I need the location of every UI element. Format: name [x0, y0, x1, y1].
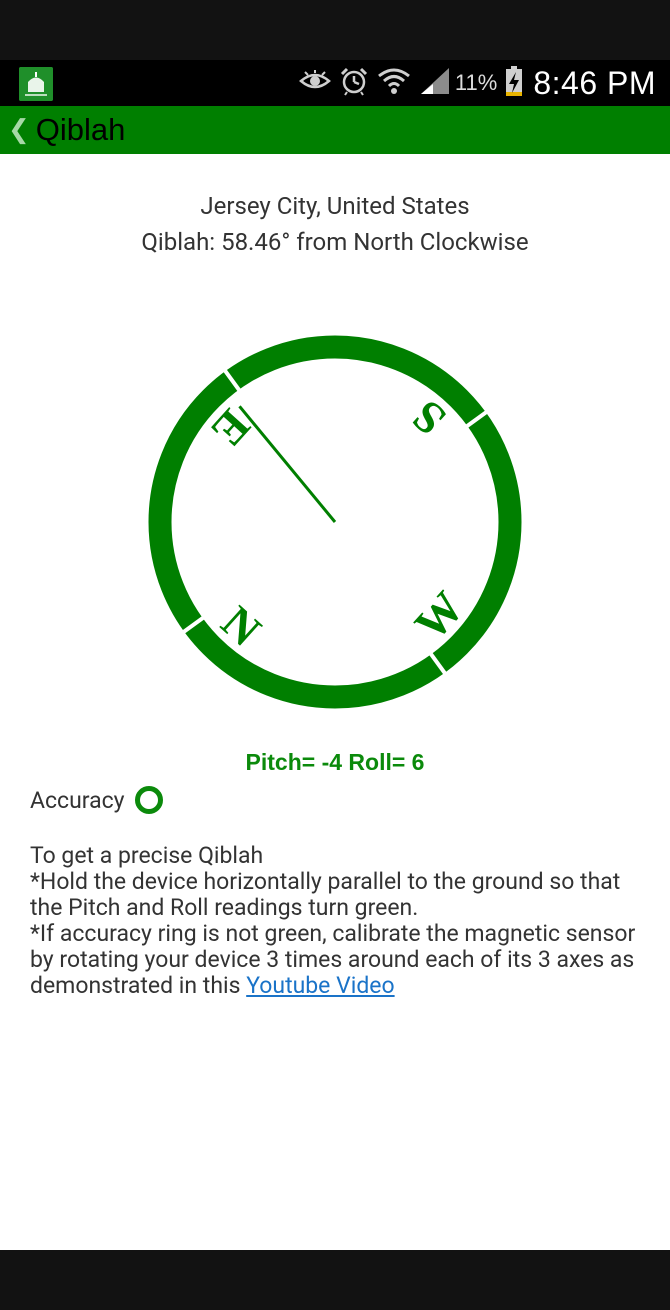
pitch-roll-readout: Pitch= -4 Roll= 6 — [245, 749, 425, 775]
back-button[interactable]: ❮ Qiblah — [0, 106, 125, 154]
alarm-icon — [339, 66, 369, 100]
compass: N E S W — [145, 332, 525, 712]
action-bar: ❮ Qiblah — [0, 106, 670, 154]
clock: 8:46 PM — [533, 64, 656, 101]
eye-icon — [299, 69, 331, 97]
qiblah-needle — [238, 405, 337, 523]
top-bezel — [0, 0, 670, 60]
app-notification-icon — [19, 67, 53, 101]
battery-percent: 11% — [454, 70, 498, 95]
bottom-bezel — [0, 1250, 670, 1310]
instructions: To get a precise Qiblah *Hold the device… — [30, 843, 650, 999]
youtube-video-link[interactable]: Youtube Video — [246, 972, 394, 999]
instructions-step-calibrate: *If accuracy ring is not green, calibrat… — [30, 921, 650, 999]
wifi-icon — [377, 66, 411, 100]
instructions-step-level: *Hold the device horizontally parallel t… — [30, 868, 621, 921]
qiblah-direction-text: Qiblah: 58.46° from North Clockwise — [141, 228, 529, 256]
accuracy-row: Accuracy — [30, 782, 163, 818]
accuracy-ring-icon — [134, 786, 163, 814]
chevron-left-icon: ❮ — [8, 115, 30, 145]
battery-charging-icon — [505, 65, 523, 101]
location-text: Jersey City, United States — [200, 192, 470, 220]
status-bar: 11% 8:46 PM — [0, 60, 670, 106]
page-title: Qiblah — [35, 112, 126, 147]
accuracy-label: Accuracy — [30, 786, 125, 814]
signal-icon — [419, 66, 451, 100]
instructions-heading: To get a precise Qiblah — [30, 842, 264, 869]
